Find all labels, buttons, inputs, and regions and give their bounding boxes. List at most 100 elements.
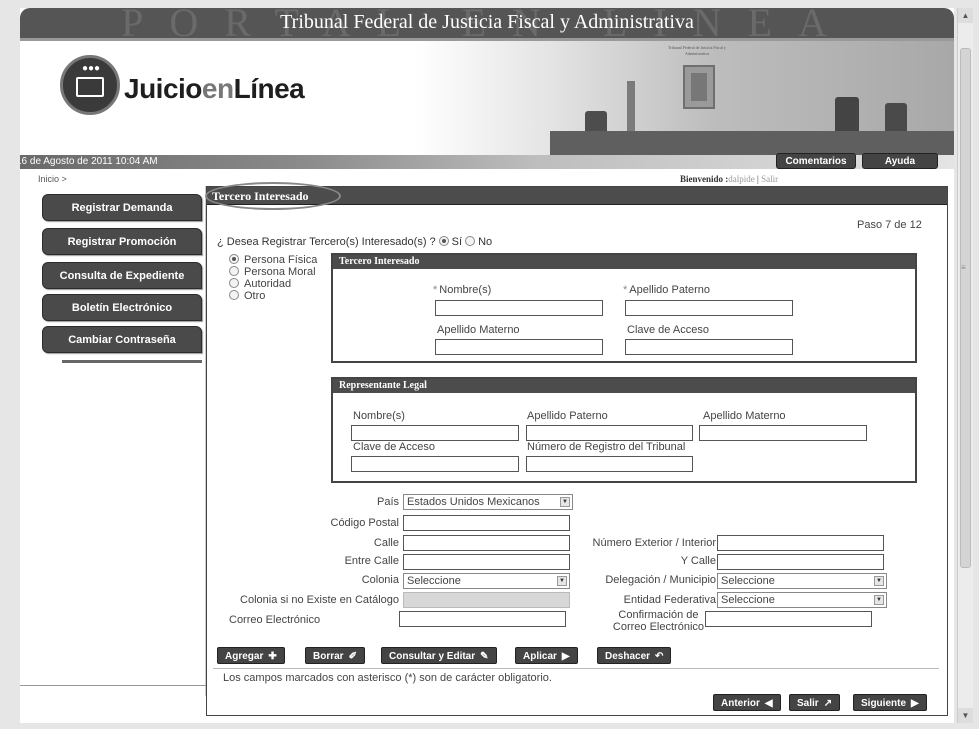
comentarios-button[interactable]: Comentarios bbox=[776, 153, 856, 169]
step-indicator: Paso 7 de 12 bbox=[857, 219, 922, 231]
required-fields-note: Los campos marcados con asterisco (*) so… bbox=[223, 672, 552, 684]
portrait bbox=[691, 73, 707, 101]
no-radio[interactable] bbox=[465, 236, 476, 246]
numero-exterior-interior-input[interactable] bbox=[717, 535, 884, 551]
yes-radio[interactable] bbox=[438, 236, 449, 246]
sidebar-item-boletin-electronico[interactable]: Boletín Electrónico bbox=[42, 294, 202, 321]
sidebar-item-cambiar-contrasena[interactable]: Cambiar Contraseña bbox=[42, 326, 202, 353]
sidebar-bottom-line bbox=[20, 685, 206, 686]
delegacion-municipio-select[interactable]: Seleccione ▼ bbox=[717, 573, 887, 589]
deshacer-button[interactable]: Deshacer ↶ bbox=[597, 647, 672, 664]
rep-nombre-input[interactable] bbox=[351, 425, 519, 441]
breadcrumb[interactable]: Inicio > bbox=[38, 174, 67, 184]
colonia-no-existe-input[interactable] bbox=[403, 592, 570, 608]
anterior-button[interactable]: Anterior ◀ bbox=[713, 694, 781, 711]
question-text: ¿ Desea Registrar Tercero(s) Interesado(… bbox=[217, 236, 436, 248]
welcome-user: dalpide bbox=[728, 174, 755, 184]
entre-calle-input[interactable] bbox=[403, 554, 570, 570]
welcome-label: Bienvenido : bbox=[680, 174, 729, 184]
portal-title-bar: PORTAL EN LÍNEA Tribunal Federal de Just… bbox=[20, 8, 954, 43]
logo-word-linea: Línea bbox=[233, 73, 305, 104]
person-type-autoridad[interactable]: Autoridad bbox=[229, 278, 291, 290]
chevron-down-icon: ▼ bbox=[557, 576, 567, 586]
welcome-text: Bienvenido :dalpide | Salir bbox=[680, 174, 778, 184]
chevron-down-icon: ▼ bbox=[874, 576, 884, 586]
person-type-fisica[interactable]: Persona Física bbox=[229, 254, 317, 266]
flag-pole bbox=[627, 81, 635, 135]
borrar-button[interactable]: Borrar ✐ bbox=[305, 647, 365, 664]
y-calle-input[interactable] bbox=[717, 554, 884, 570]
numero-exterior-interior-label: Número Exterior / Interior bbox=[592, 537, 716, 549]
divider-line bbox=[213, 668, 939, 669]
logo-word-juicio: Juicio bbox=[124, 73, 202, 104]
aplicar-label: Aplicar bbox=[523, 651, 557, 662]
required-asterisk: * bbox=[623, 284, 628, 296]
aplicar-button[interactable]: Aplicar ▶ bbox=[515, 647, 578, 664]
arrow-left-icon: ◀ bbox=[764, 698, 773, 709]
tercero-nombre-input[interactable] bbox=[435, 300, 603, 316]
nombre-label-text: Nombre(s) bbox=[439, 284, 492, 296]
plus-icon: ✚ bbox=[268, 651, 277, 662]
calle-label: Calle bbox=[373, 537, 399, 549]
person-type-otro[interactable]: Otro bbox=[229, 290, 265, 302]
numero-registro-label: Número de Registro del Tribunal bbox=[527, 441, 686, 453]
confirmacion-correo-input[interactable] bbox=[705, 611, 872, 627]
entidad-federativa-label: Entidad Federativa bbox=[623, 594, 716, 606]
rep-clave-acceso-input[interactable] bbox=[351, 456, 519, 472]
colonia-value: Seleccione bbox=[407, 575, 461, 587]
sidebar-item-consulta-expediente[interactable]: Consulta de Expediente bbox=[42, 262, 202, 289]
siguiente-label: Siguiente bbox=[861, 698, 907, 709]
radio-persona-fisica[interactable] bbox=[229, 254, 239, 264]
play-icon: ▶ bbox=[561, 651, 570, 662]
sidebar-item-registrar-promocion[interactable]: Registrar Promoción bbox=[42, 228, 202, 255]
title-highlight-oval bbox=[205, 182, 341, 210]
logo-word-en: en bbox=[201, 73, 234, 104]
agregar-button[interactable]: Agregar ✚ bbox=[217, 647, 285, 664]
salir-link[interactable]: Salir bbox=[761, 174, 778, 184]
computer-users-icon: ●●● bbox=[60, 55, 120, 115]
colonia-select[interactable]: Seleccione ▼ bbox=[403, 573, 570, 589]
radio-autoridad[interactable] bbox=[229, 278, 239, 288]
tercero-clave-acceso-input[interactable] bbox=[625, 339, 793, 355]
rep-apellido-materno-label: Apellido Materno bbox=[703, 410, 786, 422]
tercero-interesado-panel: Tercero Interesado Paso 7 de 12 ¿ Desea … bbox=[205, 182, 948, 716]
y-calle-label: Y Calle bbox=[680, 555, 716, 567]
juicio-en-linea-logo[interactable]: JuicioenLínea bbox=[124, 73, 305, 105]
vertical-scrollbar[interactable]: ▲ ≡ ▼ bbox=[957, 8, 973, 723]
persona-fisica-label: Persona Física bbox=[244, 254, 318, 266]
register-question: ¿ Desea Registrar Tercero(s) Interesado(… bbox=[217, 236, 492, 248]
apellido-paterno-label-text: Apellido Paterno bbox=[629, 284, 711, 296]
consultar-editar-button[interactable]: Consultar y Editar ✎ bbox=[381, 647, 497, 664]
correo-input[interactable] bbox=[399, 611, 566, 627]
sidebar-item-registrar-demanda[interactable]: Registrar Demanda bbox=[42, 194, 202, 221]
codigo-postal-input[interactable] bbox=[403, 515, 570, 531]
banner: ●●● JuicioenLínea Tribunal Federal de Ju… bbox=[20, 41, 954, 155]
rep-apellido-paterno-input[interactable] bbox=[526, 425, 693, 441]
tercero-apellido-materno-input[interactable] bbox=[435, 339, 603, 355]
exit-icon: ↗ bbox=[823, 698, 833, 709]
chair bbox=[835, 97, 859, 135]
scroll-down-arrow-icon[interactable]: ▼ bbox=[958, 708, 973, 723]
yes-label: Sí bbox=[451, 236, 463, 248]
pais-select[interactable]: Estados Unidos Mexicanos ▼ bbox=[403, 494, 573, 510]
tercero-interesado-box: Tercero Interesado * Nombre(s) * Apellido … bbox=[331, 253, 917, 363]
salir-button[interactable]: Salir ↗ bbox=[789, 694, 841, 711]
representante-box-header: Representante Legal bbox=[333, 379, 915, 393]
entidad-federativa-select[interactable]: Seleccione ▼ bbox=[717, 592, 887, 608]
tercero-apellido-paterno-input[interactable] bbox=[625, 300, 793, 316]
agregar-label: Agregar bbox=[225, 651, 264, 662]
scroll-thumb[interactable] bbox=[960, 48, 971, 568]
ayuda-button[interactable]: Ayuda bbox=[862, 153, 938, 169]
eraser-icon: ✐ bbox=[348, 651, 357, 662]
rep-clave-acceso-label: Clave de Acceso bbox=[353, 441, 435, 453]
pais-label: País bbox=[376, 496, 399, 508]
siguiente-button[interactable]: Siguiente ▶ bbox=[853, 694, 927, 711]
calle-input[interactable] bbox=[403, 535, 570, 551]
person-type-moral[interactable]: Persona Moral bbox=[229, 266, 316, 278]
persona-moral-label: Persona Moral bbox=[244, 266, 316, 278]
rep-apellido-materno-input[interactable] bbox=[699, 425, 867, 441]
scroll-up-arrow-icon[interactable]: ▲ bbox=[958, 8, 973, 23]
numero-registro-input[interactable] bbox=[526, 456, 693, 472]
radio-otro[interactable] bbox=[229, 290, 239, 300]
radio-persona-moral[interactable] bbox=[229, 266, 239, 276]
